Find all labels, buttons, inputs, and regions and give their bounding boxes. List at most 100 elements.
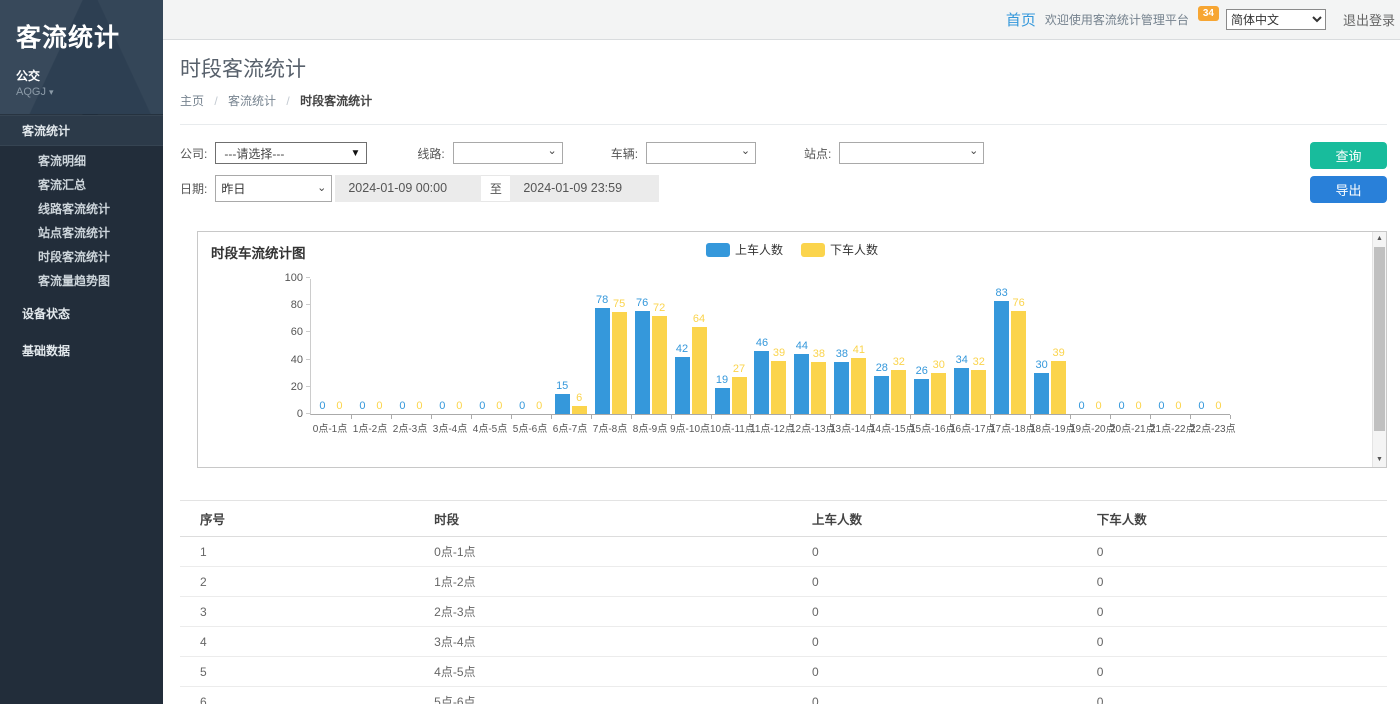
bar — [891, 370, 906, 414]
logout-link[interactable]: 退出登录 — [1343, 10, 1395, 29]
bar-value-label: 0 — [1118, 400, 1124, 413]
page-title: 时段客流统计 — [180, 53, 1387, 83]
bar-value-label: 28 — [876, 362, 888, 375]
x-axis-label: 1点-2点 — [350, 420, 390, 435]
bar — [971, 370, 986, 414]
x-axis-label: 0点-1点 — [310, 420, 350, 435]
chart-scrollbar[interactable]: ▲ ▼ — [1372, 232, 1386, 467]
x-axis-label: 8点-9点 — [630, 420, 670, 435]
breadcrumb-home[interactable]: 主页 — [180, 94, 204, 108]
chart-bar-group: 00 — [311, 278, 351, 414]
sidebar-item-period-stats[interactable]: 时段客流统计 — [0, 245, 163, 269]
bar — [994, 301, 1009, 414]
bar-value-label: 0 — [456, 400, 462, 413]
breadcrumb-passenger-stats[interactable]: 客流统计 — [228, 94, 276, 108]
scrollbar-down-arrow-icon[interactable]: ▼ — [1373, 453, 1386, 467]
bar-value-label: 72 — [653, 302, 665, 315]
bar-value-label: 15 — [556, 380, 568, 393]
x-axis-label: 10点-11点 — [710, 420, 750, 435]
bar-value-label: 0 — [1079, 400, 1085, 413]
chart-bar-group: 00 — [1070, 278, 1110, 414]
y-axis-tick-label: 40 — [275, 354, 303, 366]
bar-value-label: 19 — [716, 374, 728, 387]
home-link[interactable]: 首页 — [1006, 9, 1036, 30]
chart-bar-group: 7875 — [591, 278, 631, 414]
table-row: 43点-4点00 — [180, 627, 1387, 657]
bar-value-label: 32 — [973, 356, 985, 369]
y-axis-tick-label: 0 — [275, 408, 303, 420]
bar-value-label: 34 — [956, 354, 968, 367]
end-date-input[interactable]: 2024-01-09 23:59 — [510, 175, 659, 202]
bar-value-label: 0 — [376, 400, 382, 413]
chart-panel: 时段车流统计图 上车人数 下车人数 0204060801000000000000… — [197, 231, 1387, 468]
line-label: 线路: — [417, 145, 444, 162]
line-select[interactable] — [453, 142, 563, 164]
bar — [811, 362, 826, 414]
bar — [612, 312, 627, 414]
col-header-alighting: 下车人数 — [1077, 501, 1387, 537]
x-axis-label: 12点-13点 — [790, 420, 830, 435]
org-code-dropdown[interactable]: AQGJ▾ — [16, 86, 148, 98]
company-select[interactable]: ---请选择--- ▼ — [215, 142, 367, 164]
bar — [595, 308, 610, 414]
bar-value-label: 0 — [439, 400, 445, 413]
y-axis-tick-label: 20 — [275, 381, 303, 393]
station-select[interactable] — [839, 142, 984, 164]
x-axis-label: 14点-15点 — [870, 420, 910, 435]
x-axis-label: 13点-14点 — [830, 420, 870, 435]
notification-badge[interactable]: 34 — [1198, 6, 1219, 21]
scrollbar-thumb[interactable] — [1374, 247, 1385, 431]
sidebar-item-passenger-detail[interactable]: 客流明细 — [0, 149, 163, 173]
chart-bar-group: 3841 — [830, 278, 870, 414]
bar-value-label: 38 — [836, 348, 848, 361]
date-range-to-label: 至 — [481, 175, 510, 202]
bar-value-label: 0 — [416, 400, 422, 413]
y-axis-tick-label: 100 — [275, 272, 303, 284]
chart-x-axis-labels: 0点-1点1点-2点2点-3点3点-4点4点-5点5点-6点6点-7点7点-8点… — [310, 415, 1230, 435]
x-axis-label: 3点-4点 — [430, 420, 470, 435]
bar-value-label: 76 — [1013, 297, 1025, 310]
sidebar-item-device-status[interactable]: 设备状态 — [0, 299, 163, 330]
filter-section: 公司: ---请选择--- ▼ 线路: ⌄ 车辆: ⌄ 站点: ⌄ 日期: 昨日… — [180, 125, 1387, 217]
bar-value-label: 0 — [496, 400, 502, 413]
chart-legend: 上车人数 下车人数 — [706, 241, 878, 258]
legend-item-boarding[interactable]: 上车人数 — [706, 241, 783, 258]
bar-value-label: 44 — [796, 340, 808, 353]
bar — [851, 358, 866, 414]
bar-value-label: 0 — [1198, 400, 1204, 413]
bar-value-label: 0 — [359, 400, 365, 413]
bar — [715, 388, 730, 414]
org-name: 公交 — [16, 67, 148, 84]
language-select[interactable]: 简体中文 — [1226, 9, 1326, 30]
scrollbar-up-arrow-icon[interactable]: ▲ — [1373, 232, 1386, 246]
bar-value-label: 42 — [676, 343, 688, 356]
vehicle-select[interactable] — [646, 142, 756, 164]
vehicle-label: 车辆: — [611, 145, 638, 162]
export-button[interactable]: 导出 — [1310, 176, 1387, 203]
col-header-period: 时段 — [414, 501, 792, 537]
station-label: 站点: — [804, 145, 831, 162]
chart-bar-group: 4264 — [671, 278, 711, 414]
sidebar-item-line-stats[interactable]: 线路客流统计 — [0, 197, 163, 221]
table-row: 32点-3点00 — [180, 597, 1387, 627]
sidebar-item-passenger-summary[interactable]: 客流汇总 — [0, 173, 163, 197]
sidebar-item-station-stats[interactable]: 站点客流统计 — [0, 221, 163, 245]
sidebar-nav: 客流统计 客流明细 客流汇总 线路客流统计 站点客流统计 时段客流统计 客流量趋… — [0, 115, 163, 367]
sidebar-item-base-data[interactable]: 基础数据 — [0, 336, 163, 367]
welcome-text: 欢迎使用客流统计管理平台 — [1045, 11, 1189, 28]
legend-swatch-boarding — [706, 243, 730, 257]
bar — [675, 357, 690, 414]
query-button[interactable]: 查询 — [1310, 142, 1387, 169]
date-preset-select[interactable]: 昨日 — [215, 175, 332, 202]
start-date-input[interactable]: 2024-01-09 00:00 — [335, 175, 481, 202]
period-stats-table: 序号 时段 上车人数 下车人数 10点-1点0021点-2点0032点-3点00… — [180, 500, 1387, 704]
bar-value-label: 0 — [1215, 400, 1221, 413]
bar-value-label: 75 — [613, 298, 625, 311]
sidebar-item-trend-chart[interactable]: 客流量趋势图 — [0, 269, 163, 293]
sidebar-submenu: 客流明细 客流汇总 线路客流统计 站点客流统计 时段客流统计 客流量趋势图 — [0, 146, 163, 299]
table-header-row: 序号 时段 上车人数 下车人数 — [180, 501, 1387, 537]
caret-down-icon: ▼ — [350, 148, 360, 159]
sidebar-item-passenger-stats[interactable]: 客流统计 — [0, 115, 163, 146]
legend-item-alighting[interactable]: 下车人数 — [801, 241, 878, 258]
bar-value-label: 39 — [773, 347, 785, 360]
